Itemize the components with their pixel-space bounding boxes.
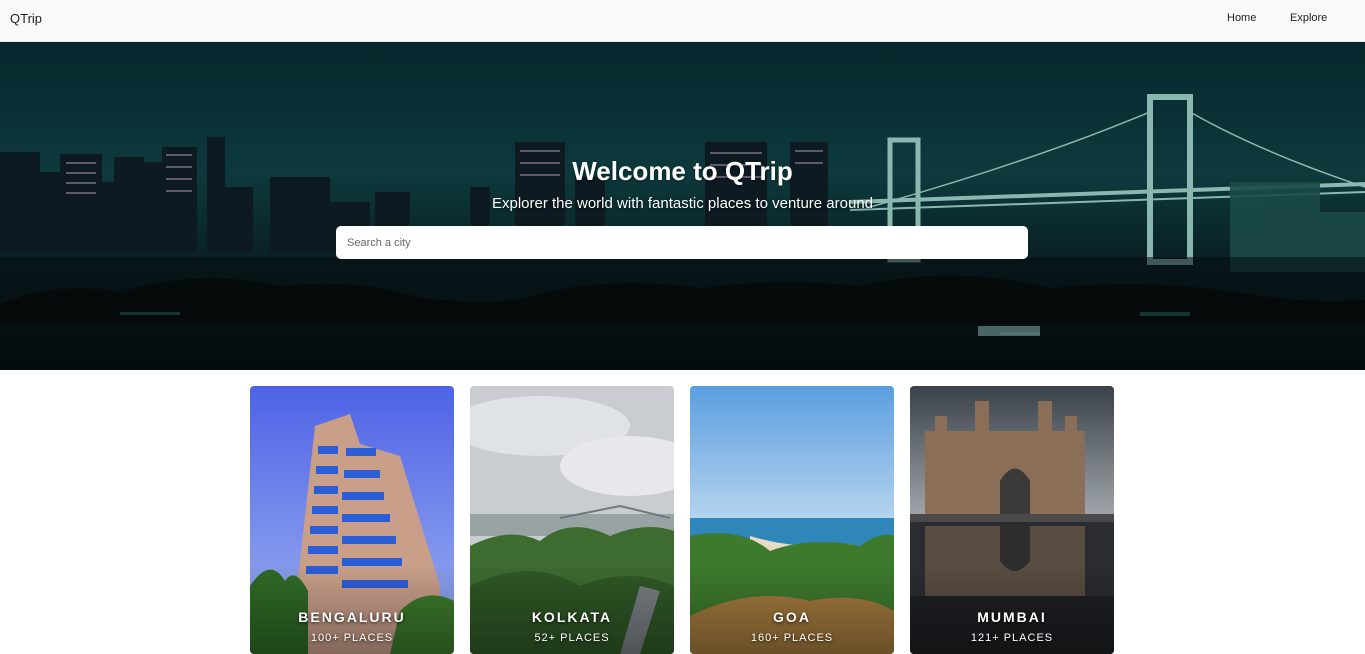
nav-link-home[interactable]: Home (1227, 12, 1256, 24)
city-card-goa[interactable]: GOA 160+ PLACES (690, 386, 894, 654)
navbar: QTrip Home Explore (0, 0, 1365, 42)
brand-logo[interactable]: QTrip (10, 11, 42, 26)
hero-title: Welcome to QTrip (572, 156, 793, 186)
city-search-input[interactable] (336, 226, 1028, 259)
city-places-count: 52+ PLACES (534, 632, 610, 644)
city-name: GOA (773, 609, 811, 625)
city-places-count: 100+ PLACES (310, 632, 394, 644)
city-card-kolkata[interactable]: KOLKATA 52+ PLACES (470, 386, 674, 654)
hero-banner: Welcome to QTrip Explorer the world with… (0, 42, 1365, 370)
city-name: BENGALURU (298, 609, 406, 625)
city-places-count: 121+ PLACES (970, 632, 1054, 644)
city-places-count: 160+ PLACES (750, 632, 834, 644)
city-card-mumbai[interactable]: MUMBAI 121+ PLACES (910, 386, 1114, 654)
nav-link-explore[interactable]: Explore (1290, 12, 1327, 24)
hero-subtitle: Explorer the world with fantastic places… (491, 195, 874, 212)
city-name: KOLKATA (531, 609, 613, 625)
city-card-bengaluru[interactable]: BENGALURU 100+ PLACES (250, 386, 454, 654)
city-name: MUMBAI (977, 609, 1047, 625)
